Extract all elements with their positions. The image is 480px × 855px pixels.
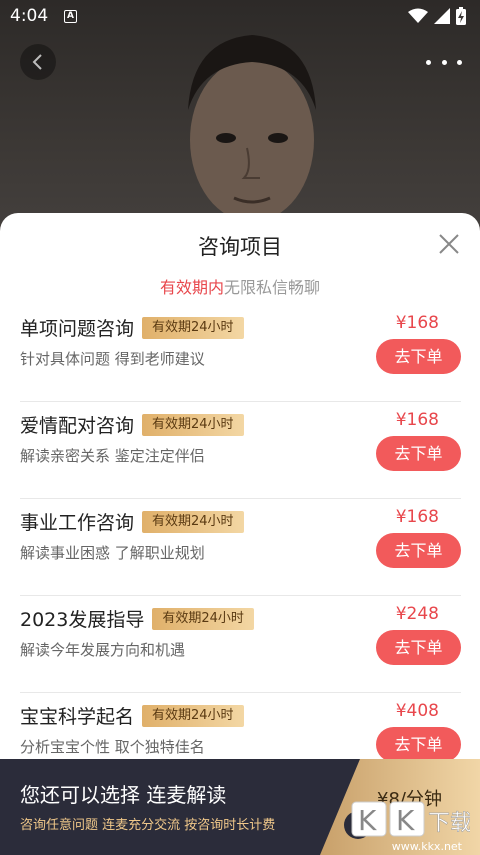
wifi-icon — [408, 8, 428, 23]
item-name: 宝宝科学起名 有效期24小时 — [20, 702, 244, 729]
validity-badge: 有效期24小时 — [142, 316, 244, 339]
banner-subtitle: 咨询任意问题 连麦充分交流 按咨询时长计费 — [20, 818, 276, 833]
item-name-text: 事业工作咨询 — [20, 512, 135, 534]
close-icon[interactable] — [438, 233, 460, 255]
subtitle-highlight: 有效期内 — [159, 278, 224, 297]
item-price: ¥248 — [395, 604, 439, 624]
watermark-url: www.kkx.net — [391, 840, 462, 853]
item-name: 事业工作咨询 有效期24小时 — [20, 508, 244, 535]
svg-text:下载: 下载 — [428, 811, 470, 836]
item-name-text: 2023发展指导 — [20, 609, 145, 631]
validity-badge: 有效期24小时 — [142, 510, 244, 533]
status-bar: 4:04 A — [0, 0, 480, 32]
svg-text:K: K — [396, 804, 415, 837]
item-name: 单项问题咨询 有效期24小时 — [20, 314, 244, 341]
item-price: ¥168 — [395, 507, 439, 527]
sheet-subtitle: 有效期内无限私信畅聊 — [0, 274, 480, 298]
list-item: 2023发展指导 有效期24小时 解读今年发展方向和机遇 ¥248 去下单 — [20, 596, 461, 693]
order-button[interactable]: 去下单 — [376, 436, 461, 471]
more-dot-icon — [441, 59, 447, 65]
chevron-left-icon — [32, 54, 42, 70]
more-dot-icon — [426, 59, 431, 65]
item-description: 解读今年发展方向和机遇 — [20, 641, 186, 659]
validity-badge: 有效期24小时 — [142, 704, 244, 727]
item-price: ¥408 — [395, 701, 439, 721]
banner-title: 您还可以选择 连麦解读 — [20, 783, 227, 807]
sheet-title: 咨询项目 — [198, 235, 282, 259]
item-description: 解读事业困惑 了解职业规划 — [20, 544, 205, 562]
order-button[interactable]: 去下单 — [376, 727, 461, 762]
notification-icon: A — [64, 10, 77, 23]
subtitle-text: 无限私信畅聊 — [224, 278, 321, 297]
list-item: 事业工作咨询 有效期24小时 解读事业困惑 了解职业规划 ¥168 去下单 — [20, 499, 461, 596]
item-name-text: 宝宝科学起名 — [20, 706, 135, 728]
item-price: ¥168 — [395, 410, 439, 430]
signal-icon — [434, 8, 450, 24]
more-dot-icon — [457, 59, 462, 65]
list-item: 爱情配对咨询 有效期24小时 解读亲密关系 鉴定注定伴侣 ¥168 去下单 — [20, 402, 461, 499]
item-description: 针对具体问题 得到老师建议 — [20, 350, 205, 368]
validity-badge: 有效期24小时 — [142, 413, 244, 436]
item-name: 2023发展指导 有效期24小时 — [20, 605, 254, 632]
status-icons — [408, 7, 466, 25]
more-options-button[interactable] — [426, 54, 462, 70]
svg-text:K: K — [358, 804, 377, 837]
kkx-logo-icon: K K 下载 — [351, 801, 470, 837]
validity-badge: 有效期24小时 — [152, 607, 254, 630]
list-item: 单项问题咨询 有效期24小时 针对具体问题 得到老师建议 ¥168 去下单 — [20, 305, 461, 402]
order-button[interactable]: 去下单 — [376, 339, 461, 374]
status-time: 4:04 — [10, 6, 49, 26]
battery-icon — [456, 7, 466, 25]
order-button[interactable]: 去下单 — [376, 630, 461, 665]
order-button[interactable]: 去下单 — [376, 533, 461, 568]
item-name-text: 爱情配对咨询 — [20, 415, 135, 437]
item-name-text: 单项问题咨询 — [20, 318, 135, 340]
item-name: 爱情配对咨询 有效期24小时 — [20, 411, 244, 438]
back-button[interactable] — [20, 44, 56, 80]
item-description: 解读亲密关系 鉴定注定伴侣 — [20, 447, 205, 465]
consultation-list: 单项问题咨询 有效期24小时 针对具体问题 得到老师建议 ¥168 去下单 爱情配… — [20, 305, 461, 790]
item-price: ¥168 — [395, 313, 439, 333]
item-description: 分析宝宝个性 取个独特佳名 — [20, 738, 205, 756]
